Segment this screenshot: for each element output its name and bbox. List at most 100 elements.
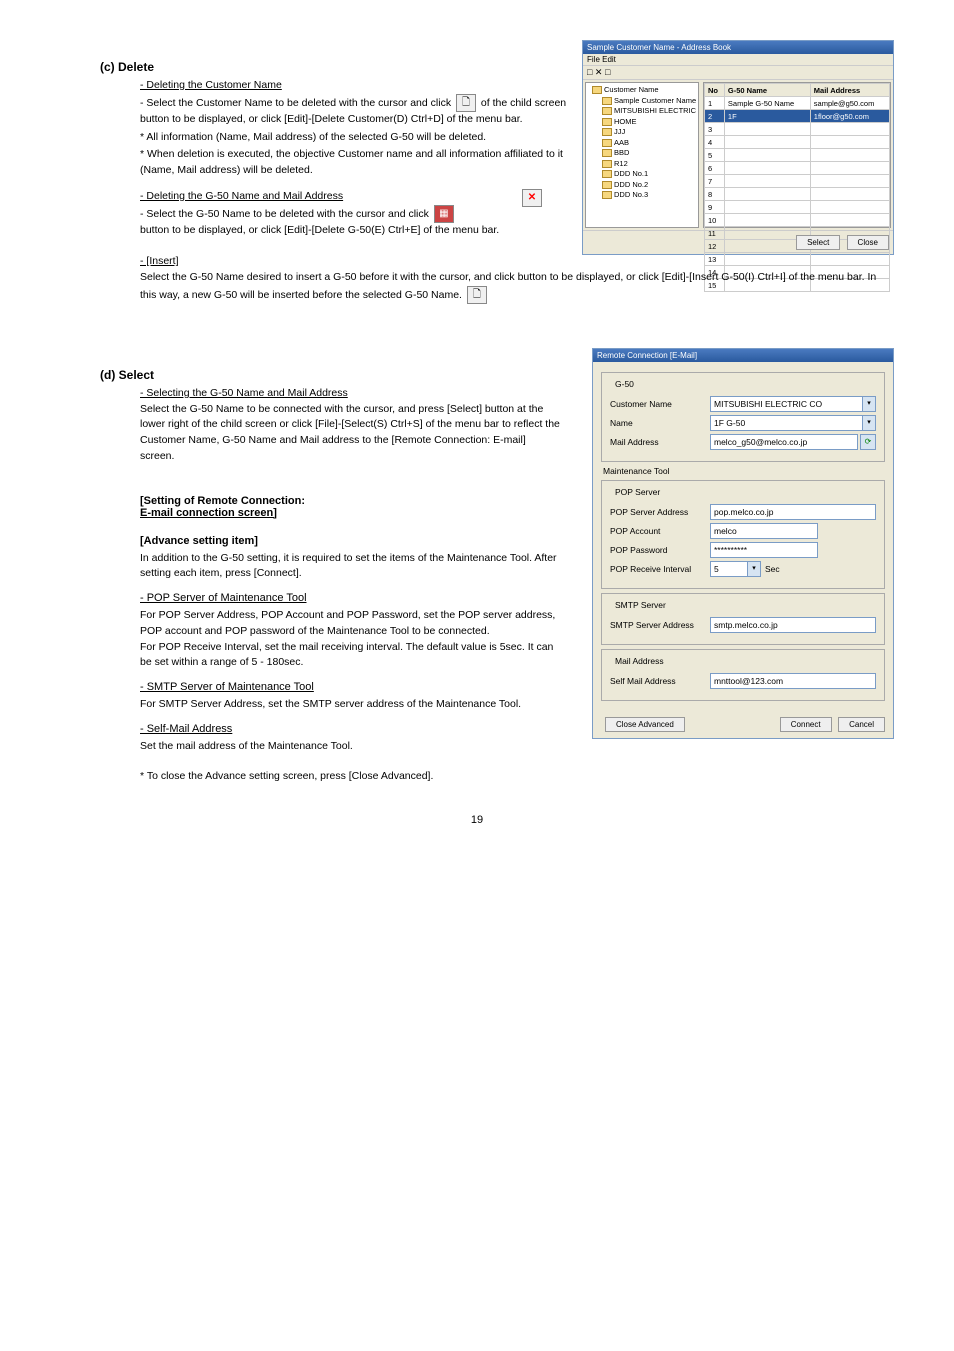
folder-icon [592,86,602,94]
col-mail: Mail Address [810,84,889,97]
underline-heading: E-mail connection screen] [140,507,277,519]
sec-label: Sec [765,564,780,574]
name-select[interactable]: 1F G-50 [710,415,863,431]
tree-item: Sample Customer Name [588,96,696,107]
new-file-icon[interactable]: 🗋 [467,286,487,304]
label: POP Account [610,526,710,536]
table-row: 13 [705,253,890,266]
label: Self Mail Address [610,676,710,686]
tree-root: Customer Name [588,85,696,96]
menu-bar[interactable]: File Edit [583,54,893,66]
label: Name [610,418,710,428]
label: POP Receive Interval [610,564,710,574]
close-note: * To close the Advance setting screen, p… [140,769,894,785]
table-row-selected: 2 1F 1floor@g50.com [705,110,890,123]
tree-item: HOME [588,117,696,128]
cancel-button[interactable]: Cancel [838,717,885,732]
folder-icon [602,170,612,178]
table-row: 9 [705,201,890,214]
table-row: 4 [705,136,890,149]
new-file-icon[interactable]: 🗋 [456,94,476,112]
sub-insert: - [Insert] [140,255,179,267]
toolbar[interactable]: □ ✕ □ [583,66,893,80]
item-text: - Select the Customer Name to be deleted… [140,97,451,109]
table-row: 3 [705,123,890,136]
label: SMTP Server Address [610,620,710,630]
table-row: 8 [705,188,890,201]
toolbar-icons[interactable]: □ ✕ □ [587,67,610,77]
item-text: - Select the G-50 Name to be deleted wit… [140,207,429,219]
smtp-fieldset: SMTP Server SMTP Server Address smtp.mel… [601,593,885,645]
folder-icon [602,149,612,157]
col-no: No [705,84,725,97]
pop-text: For POP Server Address, POP Account and … [140,608,560,671]
tree-item: MITSUBISHI ELECTRIC CO [588,106,696,117]
advance-text: In addition to the G-50 setting, it is r… [140,551,560,583]
folder-icon [602,160,612,168]
pop-interval-select[interactable]: 5 [710,561,748,577]
mail-fieldset: Mail Address Self Mail Address mnttool@1… [601,649,885,701]
folder-icon [602,107,612,115]
table-row: 5 [705,149,890,162]
page-number: 19 [60,814,894,826]
folder-icon [602,181,612,189]
mail-address-input[interactable]: melco_g50@melco.co.jp [710,434,858,450]
smtp-text: For SMTP Server Address, set the SMTP se… [140,697,560,713]
delete-x-icon[interactable]: ✕ [522,189,542,207]
pop-fieldset: POP Server POP Server Address pop.melco.… [601,480,885,589]
pop-account-input[interactable]: melco [710,523,818,539]
pop-password-input[interactable]: ********** [710,542,818,558]
chevron-down-icon[interactable]: ▾ [863,415,876,431]
tree-item: DDD No.1 [588,169,696,180]
pop-server-input[interactable]: pop.melco.co.jp [710,504,876,520]
tree-item: DDD No.2 [588,180,696,191]
table-row: 7 [705,175,890,188]
table-row: 6 [705,162,890,175]
item-text: button to be displayed, or click [Edit]-… [140,113,523,125]
item-text: button to be displayed, or click [Edit]-… [140,224,499,236]
close-button[interactable]: Close [847,235,889,250]
tree-item: BBD [588,148,696,159]
remote-connection-dialog: Remote Connection [E-Mail] G-50 Customer… [592,348,894,739]
label: Mail Address [610,437,710,447]
self-mail-input[interactable]: mnttool@123.com [710,673,876,689]
tree-item: DDD No.3 [588,190,696,201]
dialog-title: Remote Connection [E-Mail] [593,349,893,362]
chevron-down-icon[interactable]: ▾ [863,396,876,412]
folder-icon [602,191,612,199]
close-advanced-button[interactable]: Close Advanced [605,717,685,732]
customer-tree[interactable]: Customer Name Sample Customer Name MITSU… [585,82,699,228]
g50-grid[interactable]: No G-50 Name Mail Address 1 Sample G-50 … [703,82,891,228]
table-row: 1 Sample G-50 Name sample@g50.com [705,97,890,110]
chevron-down-icon[interactable]: ▾ [748,561,761,577]
mail-text: Set the mail address of the Maintenance … [140,739,894,755]
label: POP Server Address [610,507,710,517]
tree-item: AAB [588,138,696,149]
folder-icon [602,139,612,147]
address-book-window: Sample Customer Name - Address Book File… [582,40,894,255]
mt-label: Maintenance Tool [603,466,883,476]
table-row: 10 [705,214,890,227]
sub-delete-g50: - Deleting the G-50 Name and Mail Addres… [140,190,343,202]
select-button[interactable]: Select [796,235,840,250]
delete-icon[interactable]: ▦ [434,205,454,223]
sub-delete-customer: - Deleting the Customer Name [140,79,282,91]
select-text: Select the G-50 Name to be connected wit… [140,403,560,462]
customer-name-select[interactable]: MITSUBISHI ELECTRIC CO [710,396,863,412]
folder-icon [602,97,612,105]
folder-icon [602,128,612,136]
item-text: of the child screen [481,97,566,109]
connect-button[interactable]: Connect [780,717,832,732]
label: POP Password [610,545,710,555]
smtp-server-input[interactable]: smtp.melco.co.jp [710,617,876,633]
folder-icon [602,118,612,126]
tree-item: JJJ [588,127,696,138]
refresh-icon[interactable]: ⟳ [860,434,876,450]
window-title: Sample Customer Name - Address Book [583,41,893,54]
bracket-heading: [Setting of Remote Connection: [140,495,305,507]
label: Customer Name [610,399,710,409]
g50-fieldset: G-50 Customer Name MITSUBISHI ELECTRIC C… [601,372,885,462]
sub-select-g50: - Selecting the G-50 Name and Mail Addre… [140,387,348,399]
tree-item: R12 [588,159,696,170]
col-name: G-50 Name [724,84,810,97]
